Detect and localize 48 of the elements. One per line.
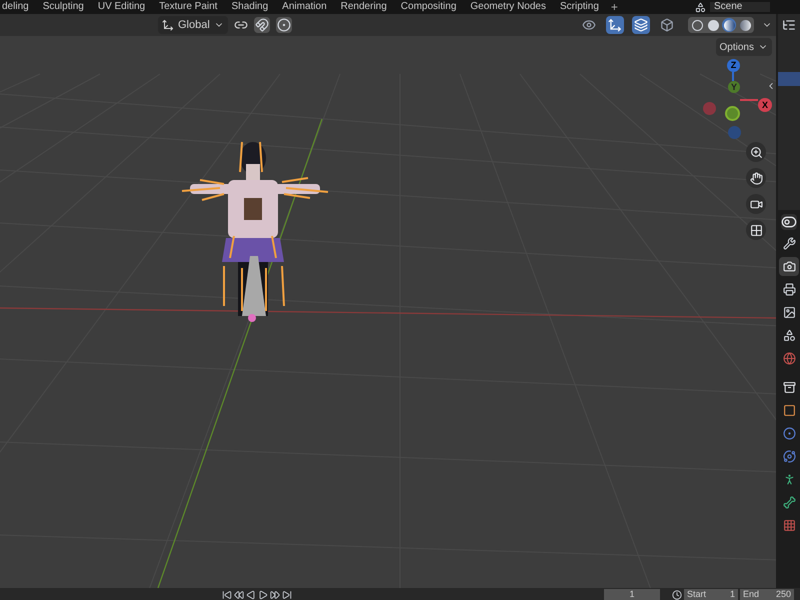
camera-icon[interactable] [746, 194, 766, 214]
workspace-tab[interactable]: Compositing [398, 2, 458, 12]
end-frame-field[interactable]: End 250 [740, 589, 794, 600]
overlay-toggle-icon[interactable] [632, 16, 650, 34]
gizmo-toggle-icon[interactable] [606, 16, 624, 34]
play-reverse-icon[interactable] [246, 590, 256, 600]
jump-end-icon[interactable] [282, 590, 292, 600]
grid-icon[interactable] [746, 220, 766, 240]
workspace-tab[interactable]: deling [0, 2, 31, 12]
clock-icon[interactable] [672, 590, 682, 600]
workspace-tab[interactable]: Animation [280, 2, 329, 12]
toggle-icon[interactable] [781, 214, 797, 230]
options-button[interactable]: Options [716, 38, 772, 56]
z-axis-line [732, 72, 734, 81]
scene-field[interactable]: Scene [710, 2, 770, 12]
orientation-dropdown[interactable]: Global [158, 16, 228, 34]
keyframe-back-icon[interactable] [234, 590, 244, 600]
xray-toggle-icon[interactable] [658, 16, 676, 34]
workspace-tab[interactable]: Texture Paint [157, 2, 220, 12]
start-frame-field[interactable]: Start 1 [684, 589, 738, 600]
scene-icon[interactable] [695, 2, 706, 12]
negative-y-axis-icon[interactable] [725, 106, 740, 121]
magnet-icon[interactable] [254, 17, 270, 33]
workspace-tab[interactable]: UV Editing [96, 2, 148, 12]
workspace-tab[interactable]: Shading [229, 2, 270, 12]
shading-mode-icon[interactable] [738, 18, 752, 32]
shading-mode-icon[interactable] [706, 18, 720, 32]
x-axis-label[interactable]: X [758, 98, 772, 112]
zoom-icon[interactable] [746, 142, 766, 162]
x-axis-line [740, 99, 758, 101]
axes-icon [162, 19, 174, 31]
workspace-tab[interactable]: Scripting [558, 2, 601, 12]
z-axis-label[interactable]: Z [727, 59, 740, 72]
viewport[interactable]: Global Options Z Y X [0, 14, 776, 588]
shading-mode-icon[interactable] [690, 18, 704, 32]
hand-icon[interactable] [746, 168, 766, 188]
workspace-tab[interactable]: Geometry Nodes [468, 2, 548, 12]
shading-mode-icon[interactable] [722, 18, 736, 32]
workspace-tab[interactable]: Rendering [338, 2, 389, 12]
target-icon[interactable] [276, 17, 292, 33]
render-tab-icon[interactable] [779, 257, 799, 276]
current-frame-field[interactable]: 1 [604, 589, 660, 600]
jump-start-icon[interactable] [222, 590, 232, 600]
keyframe-forward-icon[interactable] [270, 590, 280, 600]
play-icon[interactable] [258, 590, 268, 600]
add-workspace-button[interactable]: + [610, 1, 618, 13]
workspace-tab[interactable]: Sculpting [40, 2, 86, 12]
outliner-icon[interactable] [782, 18, 796, 32]
